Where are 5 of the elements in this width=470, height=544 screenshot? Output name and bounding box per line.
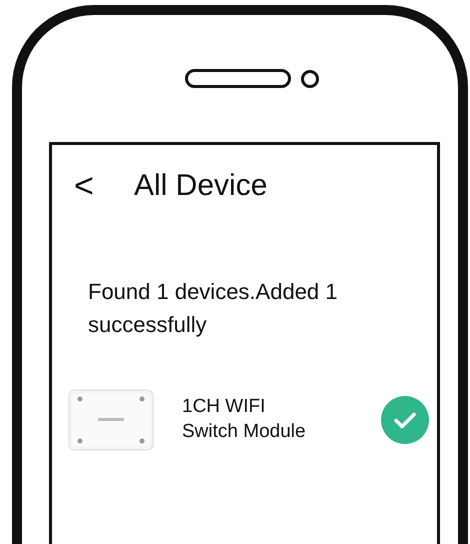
device-name: 1CH WIFI Switch Module bbox=[182, 395, 307, 444]
back-button[interactable]: < bbox=[74, 166, 134, 206]
status-message: Found 1 devices.Added 1 successfully bbox=[88, 278, 339, 339]
page-title: All Device bbox=[134, 169, 268, 203]
camera-dot bbox=[301, 70, 319, 88]
